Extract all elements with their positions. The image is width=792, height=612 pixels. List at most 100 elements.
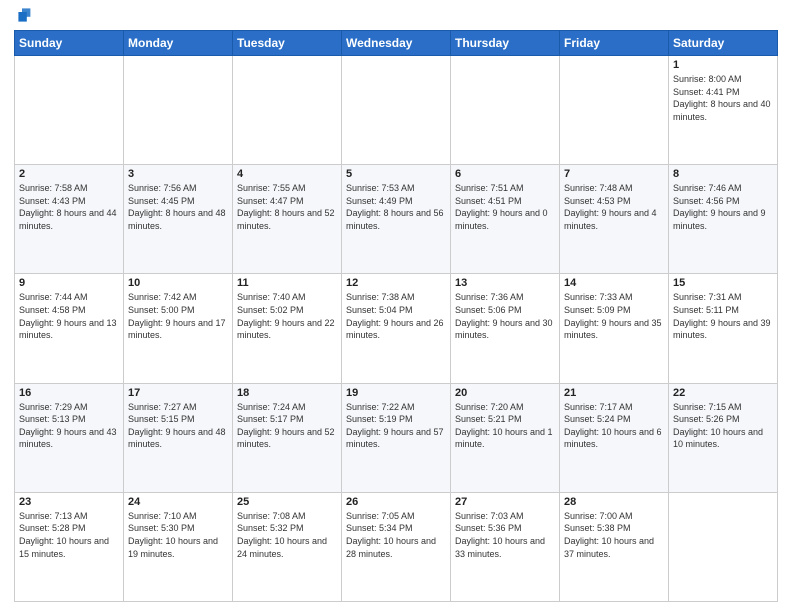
day-number: 25 [237,496,337,508]
day-info: Sunrise: 7:33 AM Sunset: 5:09 PM Dayligh… [564,291,664,341]
calendar-cell [560,56,669,165]
day-info: Sunrise: 7:22 AM Sunset: 5:19 PM Dayligh… [346,401,446,451]
day-info: Sunrise: 7:24 AM Sunset: 5:17 PM Dayligh… [237,401,337,451]
calendar-cell [124,56,233,165]
day-header-sunday: Sunday [15,31,124,56]
calendar-cell: 11Sunrise: 7:40 AM Sunset: 5:02 PM Dayli… [233,274,342,383]
day-number: 6 [455,168,555,180]
day-info: Sunrise: 7:48 AM Sunset: 4:53 PM Dayligh… [564,182,664,232]
calendar-week-3: 16 Sunrise: 7:29 AM Sunset: 5:13 PM Dayli… [15,383,778,492]
calendar-cell: 23Sunrise: 7:13 AM Sunset: 5:28 PM Dayli… [15,492,124,601]
day-info: Sunrise: 7:36 AM Sunset: 5:06 PM Dayligh… [455,291,555,341]
calendar-cell: 18Sunrise: 7:24 AM Sunset: 5:17 PM Dayli… [233,383,342,492]
day-info: Sunrise: 8:00 AM Sunset: 4:41 PM Dayligh… [673,73,773,123]
calendar-cell: 12 Sunrise: 7:38 AM Sunset: 5:04 PM Dayli… [342,274,451,383]
day-number: 1 [673,59,773,71]
day-header-wednesday: Wednesday [342,31,451,56]
day-info: Sunrise: 7:53 AM Sunset: 4:49 PM Dayligh… [346,182,446,232]
calendar-cell: 17 Sunrise: 7:27 AM Sunset: 5:15 PM Dayli… [124,383,233,492]
calendar-cell: 22 Sunrise: 7:15 AM Sunset: 5:26 PM Dayli… [669,383,778,492]
day-info: Sunrise: 7:58 AM Sunset: 4:43 PM Dayligh… [19,182,119,232]
calendar-week-1: 2 Sunrise: 7:58 AM Sunset: 4:43 PM Daylig… [15,165,778,274]
day-number: 7 [564,168,664,180]
page-header [14,10,778,24]
day-number: 13 [455,277,555,289]
calendar-cell: 21 Sunrise: 7:17 AM Sunset: 5:24 PM Dayli… [560,383,669,492]
day-number: 4 [237,168,337,180]
day-info: Sunrise: 7:40 AM Sunset: 5:02 PM Dayligh… [237,291,337,341]
calendar-cell: 3 Sunrise: 7:56 AM Sunset: 4:45 PM Daylig… [124,165,233,274]
day-info: Sunrise: 7:44 AM Sunset: 4:58 PM Dayligh… [19,291,119,341]
calendar-cell: 10 Sunrise: 7:42 AM Sunset: 5:00 PM Dayli… [124,274,233,383]
day-number: 8 [673,168,773,180]
calendar-cell: 26 Sunrise: 7:05 AM Sunset: 5:34 PM Dayli… [342,492,451,601]
day-number: 26 [346,496,446,508]
calendar-week-0: 1 Sunrise: 8:00 AM Sunset: 4:41 PM Daylig… [15,56,778,165]
day-number: 5 [346,168,446,180]
calendar-cell [233,56,342,165]
day-number: 20 [455,387,555,399]
day-info: Sunrise: 7:20 AM Sunset: 5:21 PM Dayligh… [455,401,555,451]
day-number: 27 [455,496,555,508]
calendar-cell: 7 Sunrise: 7:48 AM Sunset: 4:53 PM Daylig… [560,165,669,274]
calendar-cell [15,56,124,165]
day-number: 10 [128,277,228,289]
calendar-week-2: 9 Sunrise: 7:44 AM Sunset: 4:58 PM Daylig… [15,274,778,383]
day-info: Sunrise: 7:05 AM Sunset: 5:34 PM Dayligh… [346,510,446,560]
calendar-cell: 19 Sunrise: 7:22 AM Sunset: 5:19 PM Dayli… [342,383,451,492]
calendar-cell: 16 Sunrise: 7:29 AM Sunset: 5:13 PM Dayli… [15,383,124,492]
calendar-cell [669,492,778,601]
calendar-cell: 9 Sunrise: 7:44 AM Sunset: 4:58 PM Daylig… [15,274,124,383]
day-number: 19 [346,387,446,399]
calendar-cell: 2 Sunrise: 7:58 AM Sunset: 4:43 PM Daylig… [15,165,124,274]
day-header-monday: Monday [124,31,233,56]
day-number: 24 [128,496,228,508]
day-info: Sunrise: 7:03 AM Sunset: 5:36 PM Dayligh… [455,510,555,560]
calendar-cell: 5 Sunrise: 7:53 AM Sunset: 4:49 PM Daylig… [342,165,451,274]
day-number: 12 [346,277,446,289]
day-info: Sunrise: 7:17 AM Sunset: 5:24 PM Dayligh… [564,401,664,451]
day-number: 2 [19,168,119,180]
day-info: Sunrise: 7:15 AM Sunset: 5:26 PM Dayligh… [673,401,773,451]
day-number: 3 [128,168,228,180]
calendar-cell: 28 Sunrise: 7:00 AM Sunset: 5:38 PM Dayli… [560,492,669,601]
day-number: 9 [19,277,119,289]
calendar-cell: 27 Sunrise: 7:03 AM Sunset: 5:36 PM Dayli… [451,492,560,601]
day-info: Sunrise: 7:56 AM Sunset: 4:45 PM Dayligh… [128,182,228,232]
day-info: Sunrise: 7:08 AM Sunset: 5:32 PM Dayligh… [237,510,337,560]
day-info: Sunrise: 7:31 AM Sunset: 5:11 PM Dayligh… [673,291,773,341]
calendar-cell: 8 Sunrise: 7:46 AM Sunset: 4:56 PM Daylig… [669,165,778,274]
day-number: 23 [19,496,119,508]
calendar-cell: 6 Sunrise: 7:51 AM Sunset: 4:51 PM Daylig… [451,165,560,274]
day-header-friday: Friday [560,31,669,56]
calendar-cell: 13 Sunrise: 7:36 AM Sunset: 5:06 PM Dayli… [451,274,560,383]
calendar-cell: 25 Sunrise: 7:08 AM Sunset: 5:32 PM Dayli… [233,492,342,601]
calendar-cell: 14 Sunrise: 7:33 AM Sunset: 5:09 PM Dayli… [560,274,669,383]
calendar-cell: 20 Sunrise: 7:20 AM Sunset: 5:21 PM Dayli… [451,383,560,492]
day-number: 22 [673,387,773,399]
calendar-week-4: 23Sunrise: 7:13 AM Sunset: 5:28 PM Dayli… [15,492,778,601]
day-header-thursday: Thursday [451,31,560,56]
day-number: 15 [673,277,773,289]
day-info: Sunrise: 7:51 AM Sunset: 4:51 PM Dayligh… [455,182,555,232]
calendar-cell [342,56,451,165]
day-number: 28 [564,496,664,508]
day-info: Sunrise: 7:38 AM Sunset: 5:04 PM Dayligh… [346,291,446,341]
day-info: Sunrise: 7:10 AM Sunset: 5:30 PM Dayligh… [128,510,228,560]
day-header-saturday: Saturday [669,31,778,56]
calendar-cell: 1 Sunrise: 8:00 AM Sunset: 4:41 PM Daylig… [669,56,778,165]
calendar-cell [451,56,560,165]
day-number: 17 [128,387,228,399]
day-info: Sunrise: 7:42 AM Sunset: 5:00 PM Dayligh… [128,291,228,341]
calendar-cell: 4Sunrise: 7:55 AM Sunset: 4:47 PM Daylig… [233,165,342,274]
day-number: 16 [19,387,119,399]
day-number: 14 [564,277,664,289]
day-info: Sunrise: 7:27 AM Sunset: 5:15 PM Dayligh… [128,401,228,451]
calendar-cell: 15 Sunrise: 7:31 AM Sunset: 5:11 PM Dayli… [669,274,778,383]
day-header-tuesday: Tuesday [233,31,342,56]
day-info: Sunrise: 7:00 AM Sunset: 5:38 PM Dayligh… [564,510,664,560]
day-info: Sunrise: 7:46 AM Sunset: 4:56 PM Dayligh… [673,182,773,232]
day-number: 21 [564,387,664,399]
day-info: Sunrise: 7:29 AM Sunset: 5:13 PM Dayligh… [19,401,119,451]
logo-icon [16,6,34,24]
